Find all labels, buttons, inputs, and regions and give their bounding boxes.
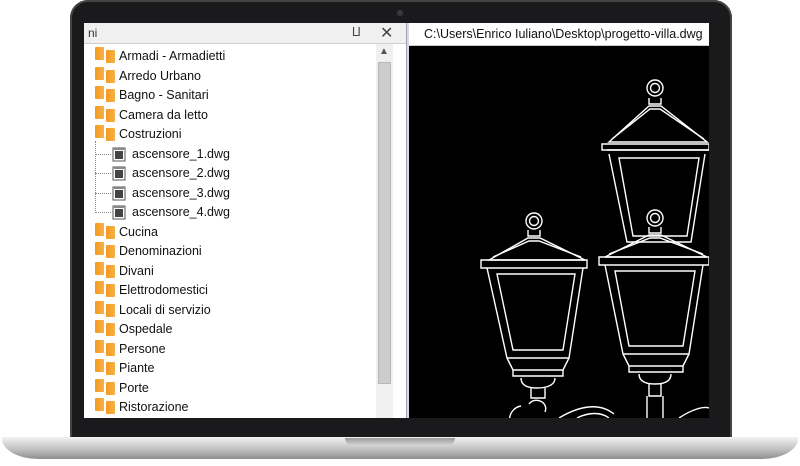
tree-folder-item[interactable]: Denominazioni xyxy=(95,242,202,258)
tree-item-label: Piante xyxy=(119,361,155,375)
tree-folder-item[interactable]: Persone xyxy=(95,339,166,356)
tree-item-label: ascensore_1.dwg xyxy=(132,146,230,161)
close-icon[interactable]: ✕ xyxy=(380,23,393,43)
pin-icon[interactable]: ⨿ xyxy=(352,25,361,40)
dwg-file-icon xyxy=(112,166,126,181)
tree-folder-item[interactable]: Ospedale xyxy=(95,320,173,336)
drawing-view[interactable]: C:\Users\Enrico Iuliano\Desktop\progetto… xyxy=(409,23,709,418)
tree-connector xyxy=(95,212,111,213)
folder-tree: Armadi - Armadietti Arredo Urbano Bagno - … xyxy=(84,44,376,418)
folder-icon xyxy=(106,401,115,414)
panel-titlebar[interactable]: ni ⨿ ✕ xyxy=(84,23,406,44)
folder-icon xyxy=(106,108,115,122)
file-path: C:\Users\Enrico Iuliano\Desktop\progetto… xyxy=(409,23,709,46)
folder-icon xyxy=(106,342,115,356)
laptop-notch xyxy=(345,438,455,446)
folder-icon xyxy=(106,50,115,63)
tree-item-label: Porte xyxy=(119,380,149,395)
panel-title: ni xyxy=(88,26,98,40)
tree-item-label: Bagno - Sanitari xyxy=(119,88,209,102)
tree-folder-item[interactable]: Armadi - Armadietti xyxy=(95,47,225,63)
tree-item-label: Costruzioni xyxy=(119,127,182,141)
webcam xyxy=(397,10,403,16)
tree-folder-item[interactable]: Costruzioni xyxy=(95,125,182,141)
design-center-panel: ni ⨿ ✕ Armadi - Armadietti Arredo Urbano B… xyxy=(84,23,407,418)
folder-icon xyxy=(106,362,115,375)
tree-connector xyxy=(95,153,111,155)
tree-item-label: Persone xyxy=(119,341,166,356)
tree-folder-item[interactable]: Arredo Urbano xyxy=(95,66,201,83)
lantern-right xyxy=(558,209,709,418)
scroll-up-icon[interactable]: ▲ xyxy=(379,46,389,57)
folder-icon xyxy=(106,89,115,102)
tree-connector xyxy=(95,192,111,194)
folder-icon xyxy=(106,245,115,258)
screen: ni ⨿ ✕ Armadi - Armadietti Arredo Urbano B… xyxy=(84,23,709,418)
tree-item-label: Elettrodomestici xyxy=(119,283,208,297)
tree-folder-item[interactable]: Divani xyxy=(95,261,154,278)
scroll-thumb[interactable] xyxy=(378,62,391,384)
tree-item-label: ascensore_2.dwg xyxy=(132,166,230,180)
tree-item-label: Camera da letto xyxy=(119,107,208,122)
vertical-scrollbar[interactable]: ▲ xyxy=(376,44,393,418)
folder-icon xyxy=(106,128,115,141)
dwg-file-icon xyxy=(112,186,126,200)
tree-vertical-connector xyxy=(95,141,96,213)
tree-item-label: Armadi - Armadietti xyxy=(119,49,226,63)
tree-item-label: Divani xyxy=(119,263,154,278)
tree-connector xyxy=(95,173,111,174)
folder-icon xyxy=(106,69,115,83)
folder-icon xyxy=(106,323,115,336)
tree-item-label: ascensore_4.dwg xyxy=(132,205,230,219)
tree-folder-item[interactable]: Bagno - Sanitari xyxy=(95,86,209,102)
folder-icon xyxy=(106,381,115,395)
tree-item-label: Locali di servizio xyxy=(119,302,211,317)
folder-icon xyxy=(106,225,115,239)
lantern-top xyxy=(601,79,709,243)
tree-item-label: Denominazioni xyxy=(119,244,202,258)
dwg-file-icon xyxy=(112,147,126,161)
tree-item-label: Cucina xyxy=(119,224,158,239)
tree-folder-item[interactable]: Porte xyxy=(95,378,149,395)
tree-folder-item[interactable]: Camera da letto xyxy=(95,105,208,122)
folder-icon xyxy=(106,284,115,297)
folder-icon xyxy=(106,264,115,278)
tree-folder-item[interactable]: Cucina xyxy=(95,222,158,239)
tree-folder-item[interactable]: Ristorazione xyxy=(95,398,188,414)
folder-icon xyxy=(106,303,115,317)
lantern-left xyxy=(480,212,588,418)
tree-item-label: ascensore_3.dwg xyxy=(132,185,230,200)
tree-folder-item[interactable]: Elettrodomestici xyxy=(95,281,208,297)
tree-item-label: Ristorazione xyxy=(119,400,189,414)
tree-folder-item[interactable]: Piante xyxy=(95,359,154,375)
tree-item-label: Arredo Urbano xyxy=(119,68,201,83)
tree-folder-item[interactable]: Locali di servizio xyxy=(95,300,211,317)
tree-item-label: Ospedale xyxy=(119,322,173,336)
dwg-file-icon xyxy=(112,205,126,220)
lamp-drawing xyxy=(480,79,709,418)
